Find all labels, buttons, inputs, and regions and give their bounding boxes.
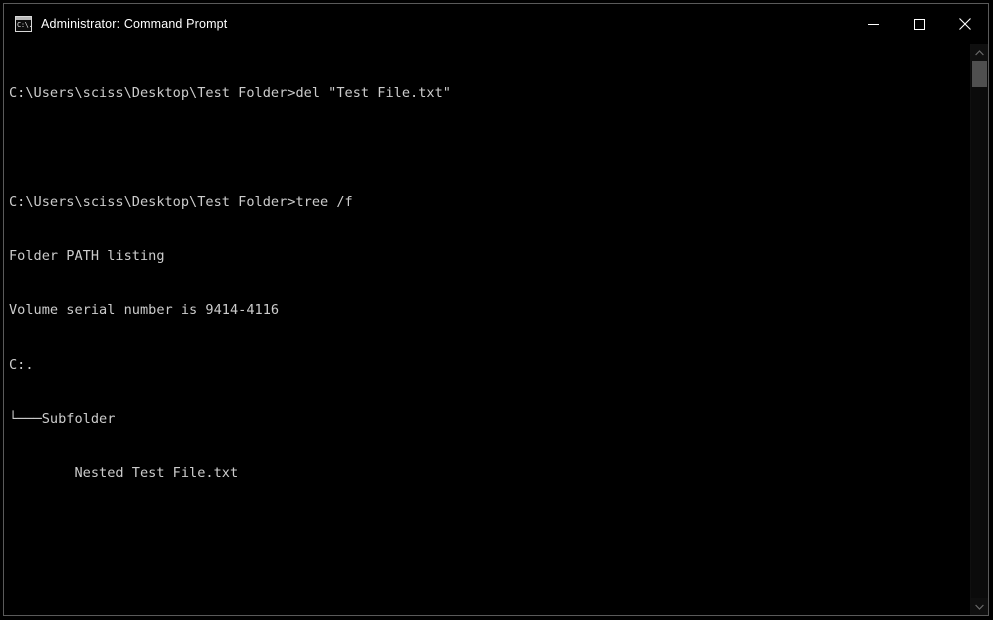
console-area[interactable]: C:\Users\sciss\Desktop\Test Folder>del "… bbox=[4, 44, 988, 615]
chevron-down-icon bbox=[975, 604, 984, 610]
scrollbar-thumb[interactable] bbox=[972, 61, 987, 87]
console-output[interactable]: C:\Users\sciss\Desktop\Test Folder>del "… bbox=[4, 44, 970, 615]
maximize-icon bbox=[913, 18, 925, 30]
console-line: Folder PATH listing bbox=[9, 248, 165, 265]
scroll-down-button[interactable] bbox=[971, 598, 988, 615]
chevron-up-icon bbox=[975, 49, 984, 55]
title-bar[interactable]: C:\. Administrator: Command Prompt bbox=[4, 4, 988, 44]
console-line: C:. bbox=[9, 356, 34, 373]
console-line: C:\Users\sciss\Desktop\Test Folder>del "… bbox=[9, 85, 451, 102]
minimize-icon bbox=[867, 23, 879, 25]
scrollbar-track[interactable] bbox=[971, 61, 988, 598]
console-line: Nested Test File.txt bbox=[9, 465, 239, 482]
scroll-up-button[interactable] bbox=[971, 44, 988, 61]
window-title: Administrator: Command Prompt bbox=[41, 17, 228, 31]
vertical-scrollbar[interactable] bbox=[970, 44, 988, 615]
console-line: └───Subfolder bbox=[9, 410, 116, 427]
command-prompt-icon[interactable]: C:\. bbox=[15, 16, 32, 32]
console-line: Volume serial number is 9414-4116 bbox=[9, 302, 280, 319]
console-line: C:\Users\sciss\Desktop\Test Folder>tree … bbox=[9, 193, 353, 210]
close-icon bbox=[959, 18, 971, 30]
close-button[interactable] bbox=[942, 4, 988, 44]
window-controls bbox=[850, 4, 988, 44]
command-prompt-window: C:\. Administrator: Command Prompt C:\Us… bbox=[3, 3, 989, 616]
icon-prompt-glyph: C:\. bbox=[17, 21, 32, 29]
minimize-button[interactable] bbox=[850, 4, 896, 44]
maximize-button[interactable] bbox=[896, 4, 942, 44]
